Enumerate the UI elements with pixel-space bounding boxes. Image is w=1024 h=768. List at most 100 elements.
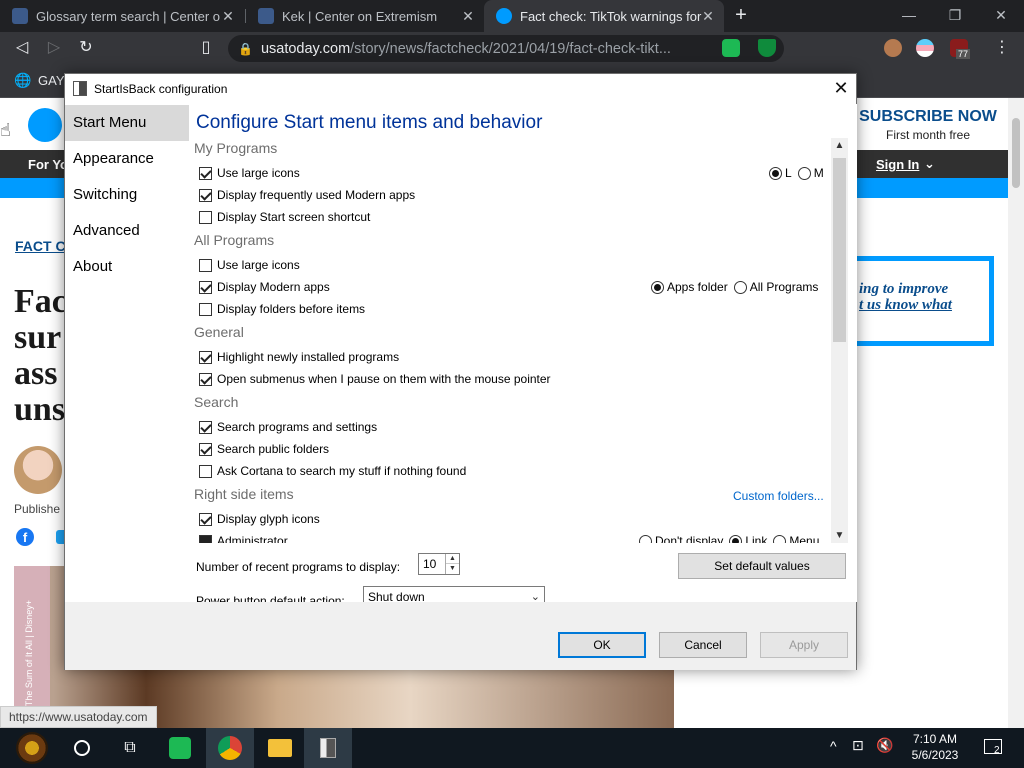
option-mp-start-screen[interactable]: Display Start screen shortcut	[199, 208, 370, 226]
sidebar-item-about[interactable]: About	[65, 249, 189, 285]
back-icon[interactable]: ◁	[10, 36, 34, 60]
forward-icon[interactable]: ▷	[42, 36, 66, 60]
option-gen-highlight[interactable]: Highlight newly installed programs	[199, 348, 399, 366]
close-tab-icon[interactable]: ✕	[700, 8, 716, 24]
radio-button[interactable]	[773, 534, 787, 543]
new-tab-plus-icon[interactable]: +	[730, 4, 752, 26]
options-scrollbar[interactable]: ▲ ▼	[831, 138, 848, 543]
chevron-up-icon[interactable]: ^	[830, 738, 837, 754]
checkbox[interactable]	[199, 280, 212, 294]
set-default-values-button[interactable]: Set default values	[678, 553, 846, 579]
ok-button[interactable]: OK	[558, 632, 646, 658]
shield-extension-icon[interactable]	[758, 39, 776, 57]
volume-muted-icon[interactable]: 🔇	[876, 737, 893, 754]
scrollbar-thumb[interactable]	[833, 158, 846, 342]
tab-glossary[interactable]: Glossary term search | Center o ✕	[0, 0, 244, 32]
startisback-taskbar-icon[interactable]	[304, 728, 352, 768]
option-ap-large-icons[interactable]: Use large icons	[199, 256, 300, 274]
cancel-button[interactable]: Cancel	[659, 632, 747, 658]
chrome-icon[interactable]	[206, 728, 254, 768]
checkbox[interactable]	[199, 372, 212, 386]
radio-dont-display[interactable]: Don't display	[639, 534, 723, 543]
option-ap-folders-before[interactable]: Display folders before items	[199, 300, 365, 318]
close-tab-icon[interactable]: ✕	[460, 8, 476, 24]
site-logo[interactable]	[28, 108, 62, 142]
scroll-up-icon[interactable]: ▲	[831, 138, 848, 153]
sidebar-item-advanced[interactable]: Advanced	[65, 213, 189, 249]
checkbox[interactable]	[199, 210, 212, 224]
fact-check-link[interactable]: FACT C	[15, 238, 66, 254]
radio-button[interactable]	[729, 534, 743, 543]
radio-all-programs[interactable]: All Programs	[733, 280, 818, 294]
radio-link[interactable]: Link	[729, 534, 767, 543]
reload-icon[interactable]: ↻	[74, 36, 98, 60]
subscribe-promo[interactable]: SUBSCRIBE NOW First month free	[858, 108, 998, 142]
radio-button[interactable]	[769, 166, 782, 180]
minimize-icon[interactable]: —	[886, 0, 932, 32]
nav-for-you[interactable]: For Yo	[28, 157, 68, 172]
sidebar-item-switching[interactable]: Switching	[65, 177, 189, 213]
option-s-cortana[interactable]: Ask Cortana to search my stuff if nothin…	[199, 462, 466, 480]
sign-in-link[interactable]: Sign In	[876, 157, 919, 172]
checkbox[interactable]	[199, 512, 212, 526]
network-icon[interactable]: ⊡	[852, 737, 864, 754]
menu-kebab-icon[interactable]: ⋮	[990, 36, 1014, 60]
extension-green-icon[interactable]	[722, 39, 740, 57]
option-ap-modern-apps[interactable]: Display Modern apps	[199, 278, 330, 296]
option-mp-large-icons[interactable]: Use large icons	[199, 164, 300, 182]
profile-avatar-icon[interactable]	[884, 39, 902, 57]
address-bar[interactable]: 🔒 usatoday.com /story/news/factcheck/202…	[228, 35, 784, 62]
checkbox[interactable]	[199, 188, 212, 202]
option-mp-freq-modern[interactable]: Display frequently used Modern apps	[199, 186, 415, 204]
option-gen-submenus[interactable]: Open submenus when I pause on them with …	[199, 370, 551, 388]
radio-M[interactable]: M	[797, 166, 824, 180]
checkbox[interactable]	[199, 420, 212, 434]
restore-icon[interactable]: ❐	[932, 0, 978, 32]
checkbox[interactable]	[199, 464, 212, 478]
close-window-icon[interactable]: ✕	[978, 0, 1024, 32]
checkbox[interactable]	[199, 534, 212, 543]
close-icon[interactable]: ✕	[826, 74, 856, 104]
option-rs-glyph[interactable]: Display glyph icons	[199, 510, 320, 528]
radio-menu[interactable]: Menu	[773, 534, 819, 543]
tab-kek[interactable]: Kek | Center on Extremism ✕	[246, 0, 484, 32]
bookmark-star-icon[interactable]: ▯	[194, 36, 218, 60]
clock[interactable]: 7:10 AM 5/6/2023	[900, 728, 970, 768]
stepper-down-icon[interactable]: ▼	[446, 564, 459, 574]
scroll-down-icon[interactable]: ▼	[831, 528, 848, 543]
radio-button[interactable]	[733, 280, 747, 294]
action-center-icon[interactable]: 2	[980, 728, 1010, 768]
bookmark-item[interactable]: GAY	[38, 73, 65, 88]
recent-programs-stepper[interactable]: 10 ▲ ▼	[418, 553, 460, 575]
radio-button[interactable]	[797, 166, 811, 180]
sidebar-item-appearance[interactable]: Appearance	[65, 141, 189, 177]
task-view-icon[interactable]: ⧉	[106, 728, 154, 768]
close-tab-icon[interactable]: ✕	[220, 8, 236, 24]
tab-factcheck[interactable]: Fact check: TikTok warnings for ✕	[484, 0, 724, 32]
radio-apps-folder[interactable]: Apps folder	[651, 280, 728, 294]
custom-folders-link[interactable]: Custom folders...	[733, 489, 824, 503]
facebook-icon[interactable]: f	[16, 528, 34, 546]
option-s-programs[interactable]: Search programs and settings	[199, 418, 377, 436]
checkbox[interactable]	[199, 350, 212, 364]
stepper-up-icon[interactable]: ▲	[446, 554, 459, 564]
taskbar-app-green-icon[interactable]	[156, 728, 204, 768]
radio-L[interactable]: L	[769, 166, 792, 180]
cortana-search-icon[interactable]	[58, 728, 106, 768]
radio-button[interactable]	[639, 534, 652, 543]
sidebar-item-start-menu[interactable]: Start Menu	[65, 105, 189, 141]
file-explorer-icon[interactable]	[256, 728, 304, 768]
flag-extension-icon[interactable]	[916, 39, 934, 57]
start-orb-icon[interactable]	[8, 728, 56, 768]
checkbox[interactable]	[199, 302, 212, 316]
checkbox[interactable]	[199, 166, 212, 180]
ublock-extension-icon[interactable]: 77	[950, 39, 971, 59]
option-s-public[interactable]: Search public folders	[199, 440, 329, 458]
option-rs-admin[interactable]: Administrator	[199, 532, 288, 543]
scrollbar-thumb[interactable]	[1012, 118, 1020, 188]
page-scrollbar[interactable]	[1008, 98, 1024, 728]
checkbox[interactable]	[199, 442, 212, 456]
radio-button[interactable]	[651, 280, 664, 294]
apply-button[interactable]: Apply	[760, 632, 848, 658]
checkbox[interactable]	[199, 258, 212, 272]
